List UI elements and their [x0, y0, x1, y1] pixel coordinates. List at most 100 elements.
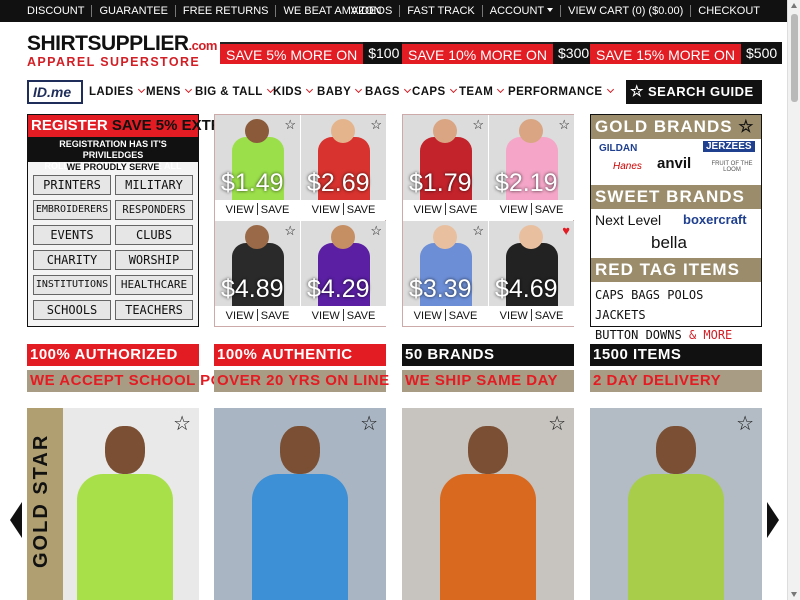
favorite-star-icon[interactable]: ☆ [472, 118, 484, 131]
favorite-star-icon[interactable]: ☆ [370, 224, 382, 237]
save-link[interactable]: SAVE [261, 204, 290, 216]
nav-label: BABY [317, 86, 352, 98]
favorite-star-icon[interactable]: ☆ [173, 414, 191, 434]
product-tile[interactable]: ☆ $3.39 VIEW SAVE [403, 221, 488, 326]
category-worship[interactable]: WORSHIP [115, 250, 193, 270]
product-tile[interactable]: ☆ $1.49 VIEW SAVE [215, 115, 300, 220]
brand-bella: bella [651, 233, 687, 252]
carousel-item[interactable]: ☆ [590, 408, 762, 600]
favorite-star-icon[interactable]: ☆ [360, 414, 378, 434]
brand-anvil: anvil [657, 155, 692, 172]
page-scrollbar[interactable] [787, 0, 800, 600]
favorite-star-icon[interactable]: ☆ [472, 224, 484, 237]
favorite-star-icon[interactable]: ☆ [736, 414, 754, 434]
promo-banner-500[interactable]: SAVE 15% MORE ON $500 [590, 42, 783, 64]
view-link[interactable]: VIEW [414, 310, 442, 322]
model-head [433, 225, 457, 249]
save-link[interactable]: SAVE [535, 204, 564, 216]
nav-kids[interactable]: KIDS [273, 80, 314, 104]
category-embroiderers[interactable]: EMBROIDERERS [33, 200, 111, 220]
category-responders[interactable]: RESPONDERS [115, 200, 193, 220]
register-panel[interactable]: REGISTER SAVE 5% EXTRA REGISTRATION HAS … [27, 114, 232, 327]
nav-label: TEAM [459, 86, 494, 98]
product-tile[interactable]: ☆ $2.19 VIEW SAVE [489, 115, 574, 220]
category-charity[interactable]: CHARITY [33, 250, 111, 270]
save-link[interactable]: SAVE [449, 204, 478, 216]
promo-banner-100[interactable]: SAVE 5% MORE ON $100 [220, 42, 405, 64]
product-tile[interactable]: ☆ $4.29 VIEW SAVE [301, 221, 386, 326]
brands-panel[interactable]: GOLD BRANDS ☆ GILDAN JERZEES Hanes anvil… [590, 114, 762, 342]
category-printers[interactable]: PRINTERS [33, 175, 111, 195]
account-menu[interactable]: ACCOUNT [483, 5, 562, 17]
nav-caps[interactable]: CAPS [412, 80, 457, 104]
nav-performance[interactable]: PERFORMANCE [508, 80, 614, 104]
search-guide-button[interactable]: ☆ SEARCH GUIDE [626, 80, 762, 118]
favorite-star-icon[interactable]: ☆ [284, 118, 296, 131]
view-link[interactable]: VIEW [500, 310, 528, 322]
favorite-heart-icon[interactable]: ♥ [562, 224, 570, 237]
category-events[interactable]: EVENTS [33, 225, 111, 245]
model-head [245, 119, 269, 143]
nav-baby[interactable]: BABY [317, 80, 363, 104]
view-save-bar: VIEW SAVE [489, 306, 574, 326]
save-link[interactable]: SAVE [535, 310, 564, 322]
view-cart-link[interactable]: VIEW CART (0) ($0.00) [561, 5, 692, 17]
discount-link[interactable]: DISCOUNT [20, 5, 93, 17]
nav-ladies[interactable]: LADIES [89, 80, 145, 104]
logo-wordmark: SHIRTSUPPLIER.com [27, 32, 217, 56]
nav-big-tall[interactable]: BIG & TALL [195, 80, 274, 104]
scroll-down-icon[interactable] [791, 592, 797, 597]
promo-banner-300[interactable]: SAVE 10% MORE ON $300 [402, 42, 595, 64]
trust-banner: 100% AUTHENTIC OVER 20 YRS ON LINE [214, 344, 389, 392]
category-healthcare[interactable]: HEALTHCARE [115, 275, 193, 295]
favorite-star-icon[interactable]: ☆ [370, 118, 382, 131]
save-link[interactable]: SAVE [261, 310, 290, 322]
star-icon: ☆ [630, 83, 644, 100]
carousel-item[interactable]: ☆ [402, 408, 574, 600]
fast-track-link[interactable]: FAST TRACK [400, 5, 483, 17]
carousel-item[interactable]: GOLD STAR ☆ [27, 408, 199, 600]
videos-link[interactable]: VIDEOS [344, 5, 401, 17]
category-teachers[interactable]: TEACHERS [115, 300, 193, 320]
save-link[interactable]: SAVE [347, 204, 376, 216]
main-nav: ID.me LADIES MENS BIG & TALL KIDS BABY B… [27, 80, 762, 118]
gold-brands-label: GOLD BRANDS [595, 117, 733, 136]
product-tile[interactable]: ☆ $1.79 VIEW SAVE [403, 115, 488, 220]
checkout-link[interactable]: CHECKOUT [691, 5, 767, 17]
product-tile[interactable]: ☆ $2.69 VIEW SAVE [301, 115, 386, 220]
category-military[interactable]: MILITARY [115, 175, 193, 195]
view-link[interactable]: VIEW [500, 204, 528, 216]
nav-team[interactable]: TEAM [459, 80, 505, 104]
view-link[interactable]: VIEW [226, 204, 254, 216]
view-link[interactable]: VIEW [312, 310, 340, 322]
category-schools[interactable]: SCHOOLS [33, 300, 111, 320]
product-tile[interactable]: ♥ $4.69 VIEW SAVE [489, 221, 574, 326]
idme-badge[interactable]: ID.me [27, 80, 83, 104]
site-logo[interactable]: SHIRTSUPPLIER.com APPAREL SUPERSTORE [27, 32, 217, 70]
favorite-star-icon[interactable]: ☆ [548, 414, 566, 434]
scrollbar-thumb[interactable] [791, 14, 798, 102]
view-link[interactable]: VIEW [414, 204, 442, 216]
nav-mens[interactable]: MENS [146, 80, 192, 104]
favorite-star-icon[interactable]: ☆ [284, 224, 296, 237]
nav-bags[interactable]: BAGS [365, 80, 411, 104]
save-link[interactable]: SAVE [449, 310, 478, 322]
product-tile[interactable]: ☆ $4.89 VIEW SAVE [215, 221, 300, 326]
free-returns-link[interactable]: FREE RETURNS [176, 5, 277, 17]
save-link[interactable]: SAVE [347, 310, 376, 322]
nav-label: BIG & TALL [195, 86, 263, 98]
category-institutions[interactable]: INSTITUTIONS [33, 275, 111, 295]
scroll-up-icon[interactable] [791, 3, 797, 8]
carousel-item[interactable]: ☆ [214, 408, 386, 600]
carousel-next-arrow-icon[interactable] [767, 502, 779, 538]
view-save-bar: VIEW SAVE [301, 200, 386, 220]
view-link[interactable]: VIEW [226, 310, 254, 322]
product-grid-ladies: ☆ $1.79 VIEW SAVE ☆ $2.19 VIEW SAVE ☆ $3.3… [402, 114, 574, 327]
model-head [433, 119, 457, 143]
carousel-prev-arrow-icon[interactable] [10, 502, 22, 538]
view-link[interactable]: VIEW [312, 204, 340, 216]
category-clubs[interactable]: CLUBS [115, 225, 193, 245]
chevron-down-icon [497, 85, 505, 94]
favorite-star-icon[interactable]: ☆ [558, 118, 570, 131]
guarantee-link[interactable]: GUARANTEE [92, 5, 176, 17]
